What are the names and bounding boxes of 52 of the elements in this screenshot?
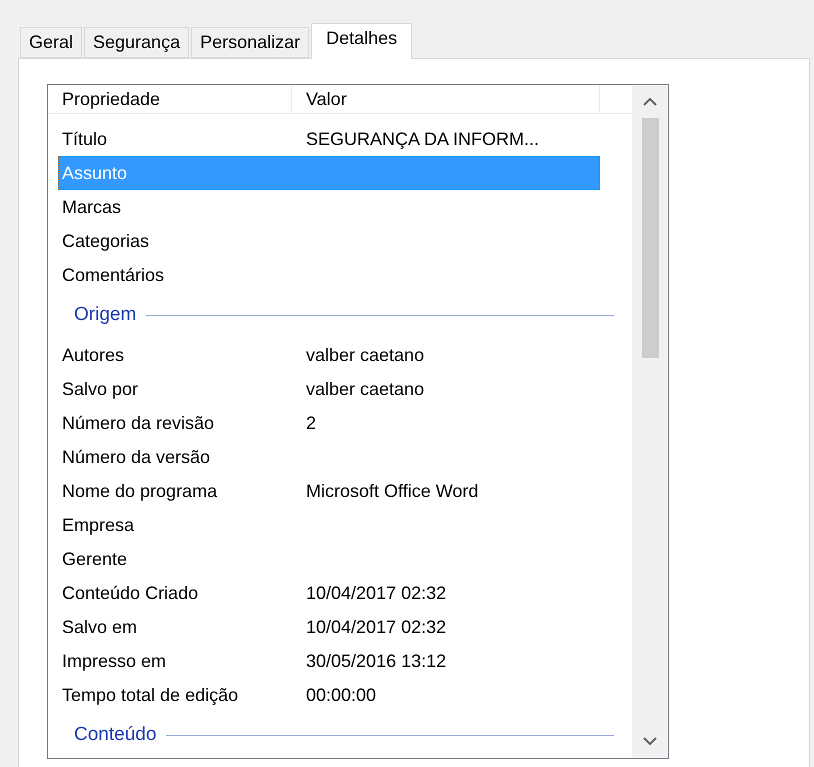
- property-name: Salvo por: [61, 378, 140, 400]
- property-row[interactable]: Número da versão: [58, 440, 600, 474]
- tab[interactable]: Personalizar: [191, 27, 310, 58]
- property-name: Categorias: [61, 230, 150, 252]
- property-value: SEGURANÇA DA INFORM...: [306, 128, 540, 150]
- property-row[interactable]: Título SEGURANÇA DA INFORM...: [58, 122, 600, 156]
- property-name: Autores: [61, 344, 126, 366]
- group-heading: Origem: [74, 304, 136, 326]
- property-row[interactable]: Nome do programa Microsoft Office Word: [58, 474, 600, 508]
- property-value: Microsoft Office Word: [306, 480, 478, 502]
- property-value: valber caetano: [306, 378, 424, 400]
- property-value: 00:00:00: [306, 684, 376, 706]
- property-row[interactable]: Impresso em 30/05/2016 13:12: [58, 644, 600, 678]
- tab[interactable]: Detalhes: [311, 23, 412, 59]
- property-name: Título: [61, 128, 108, 150]
- property-name: Número da versão: [61, 446, 212, 468]
- property-row[interactable]: Autores valber caetano: [58, 338, 600, 372]
- property-value: 10/04/2017 02:32: [306, 582, 446, 604]
- property-row[interactable]: Número da revisão 2: [58, 406, 600, 440]
- property-name: Gerente: [61, 548, 128, 570]
- property-name: Impresso em: [61, 650, 168, 672]
- property-value: 10/04/2017 02:32: [306, 616, 446, 638]
- property-value: valber caetano: [306, 344, 424, 366]
- property-name: Salvo em: [61, 616, 138, 638]
- property-name: Tempo total de edição: [61, 684, 240, 706]
- scroll-up-icon[interactable]: [643, 97, 657, 106]
- property-value: 30/05/2016 13:12: [306, 650, 446, 672]
- property-row[interactable]: Salvo em 10/04/2017 02:32: [58, 610, 600, 644]
- property-row[interactable]: Conteúdo Criado 10/04/2017 02:32: [58, 576, 600, 610]
- property-name: Nome do programa: [61, 480, 218, 502]
- property-row[interactable]: Salvo por valber caetano: [58, 372, 600, 406]
- scroll-thumb[interactable]: [642, 118, 658, 358]
- scroll-down-icon[interactable]: [643, 737, 657, 746]
- property-name: Empresa: [61, 514, 136, 536]
- tab[interactable]: Geral: [20, 27, 82, 58]
- property-row[interactable]: Marcas: [58, 190, 600, 224]
- property-row[interactable]: Empresa: [58, 508, 600, 542]
- property-row[interactable]: Comentários: [58, 258, 600, 292]
- group-heading: Conteúdo: [74, 724, 156, 746]
- scrollbar[interactable]: [632, 85, 668, 758]
- property-value: 2: [306, 412, 316, 434]
- property-row[interactable]: Tempo total de edição 00:00:00: [58, 678, 600, 712]
- column-header[interactable]: Propriedade: [48, 85, 292, 113]
- property-name: Número da revisão: [61, 412, 216, 434]
- property-name: Marcas: [61, 196, 122, 218]
- tab[interactable]: Segurança: [84, 27, 190, 58]
- property-name: Conteúdo Criado: [61, 582, 200, 604]
- column-header[interactable]: Valor: [292, 85, 600, 113]
- property-row[interactable]: Gerente: [58, 542, 600, 576]
- property-row[interactable]: Categorias: [58, 224, 600, 258]
- property-name: Comentários: [61, 264, 166, 286]
- property-name: Assunto: [61, 162, 128, 184]
